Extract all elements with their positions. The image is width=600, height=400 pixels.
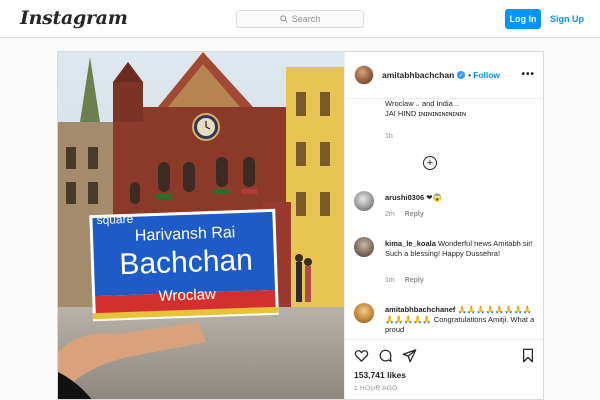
commenter-username[interactable]: amitabhbachchanef [385, 305, 455, 314]
commenter-username[interactable]: arushi0306 [385, 193, 424, 202]
sign-line-surname: Bachchan [118, 243, 254, 282]
search-placeholder: Search [291, 14, 321, 24]
commenter-avatar[interactable] [354, 303, 374, 323]
comment-time: 1m [385, 277, 395, 284]
commenter-avatar[interactable] [354, 237, 374, 257]
comment-time: 2m [385, 211, 395, 218]
comments-section[interactable]: Wroclaw .. and India .. JAI HIND ɪɴɪɴɪɴɪ… [345, 99, 543, 339]
verified-badge-icon: ✓ [457, 71, 466, 79]
instagram-logo[interactable]: Instagram [20, 7, 128, 29]
separator-dot: • [468, 70, 472, 80]
commenter-username[interactable]: kima_le_koala [385, 239, 436, 248]
author-username[interactable]: amitabhbachchan [382, 70, 454, 80]
post-side-panel: amitabhbachchan ✓ • Follow ••• Wroclaw .… [344, 52, 543, 399]
signup-link[interactable]: Sign Up [550, 9, 584, 29]
follow-button[interactable]: Follow [473, 70, 500, 80]
post-timestamp: 1 HOUR AGO [354, 385, 398, 392]
post-card: square Harivansh Rai Bachchan Wroclaw am… [57, 51, 544, 400]
share-icon[interactable] [402, 348, 417, 363]
caption-line-1: Wroclaw .. and India .. [385, 99, 460, 108]
comment-meta: 1m Reply [385, 277, 432, 284]
commenter-avatar[interactable] [354, 191, 374, 211]
comment-meta: 2m Reply [385, 211, 432, 218]
search-icon [280, 15, 288, 23]
comment-body: amitabhbachchanef 🙏🙏🙏🙏🙏🙏🙏🙏🙏🙏🙏🙏🙏 Congratu… [385, 305, 537, 335]
author-avatar[interactable] [354, 65, 374, 85]
search-input[interactable]: Search [236, 10, 364, 28]
caption-timestamp: 1h [385, 133, 393, 140]
login-button[interactable]: Log In [505, 9, 541, 29]
reply-button[interactable]: Reply [405, 277, 424, 284]
likes-count[interactable]: 153,741 likes [354, 370, 406, 380]
comment-text: ❤😱 [426, 193, 442, 202]
comment-icon[interactable] [378, 348, 393, 363]
reply-button[interactable]: Reply [405, 211, 424, 218]
comment-body: arushi0306 ❤😱 [385, 193, 537, 203]
top-navigation-bar: Instagram Search Log In Sign Up [0, 0, 600, 38]
more-options-icon[interactable]: ••• [521, 69, 535, 80]
post-actions: 153,741 likes 1 HOUR AGO [345, 339, 543, 399]
bookmark-icon[interactable] [521, 348, 535, 363]
heart-icon[interactable] [354, 348, 369, 363]
post-header: amitabhbachchan ✓ • Follow ••• [345, 52, 543, 99]
post-photo[interactable]: square Harivansh Rai Bachchan Wroclaw [58, 52, 344, 399]
load-more-icon[interactable]: + [423, 156, 437, 170]
caption-line-2: JAI HIND ɪɴɪɴɪɴɪɴɪɴɪɴɪɴ [385, 109, 467, 118]
comment-body: kima_le_koala Wonderful news Amitabh sir… [385, 239, 537, 259]
post-caption: Wroclaw .. and India .. JAI HIND ɪɴɪɴɪɴɪ… [385, 99, 535, 119]
street-sign: square Harivansh Rai Bachchan Wroclaw [94, 207, 277, 309]
